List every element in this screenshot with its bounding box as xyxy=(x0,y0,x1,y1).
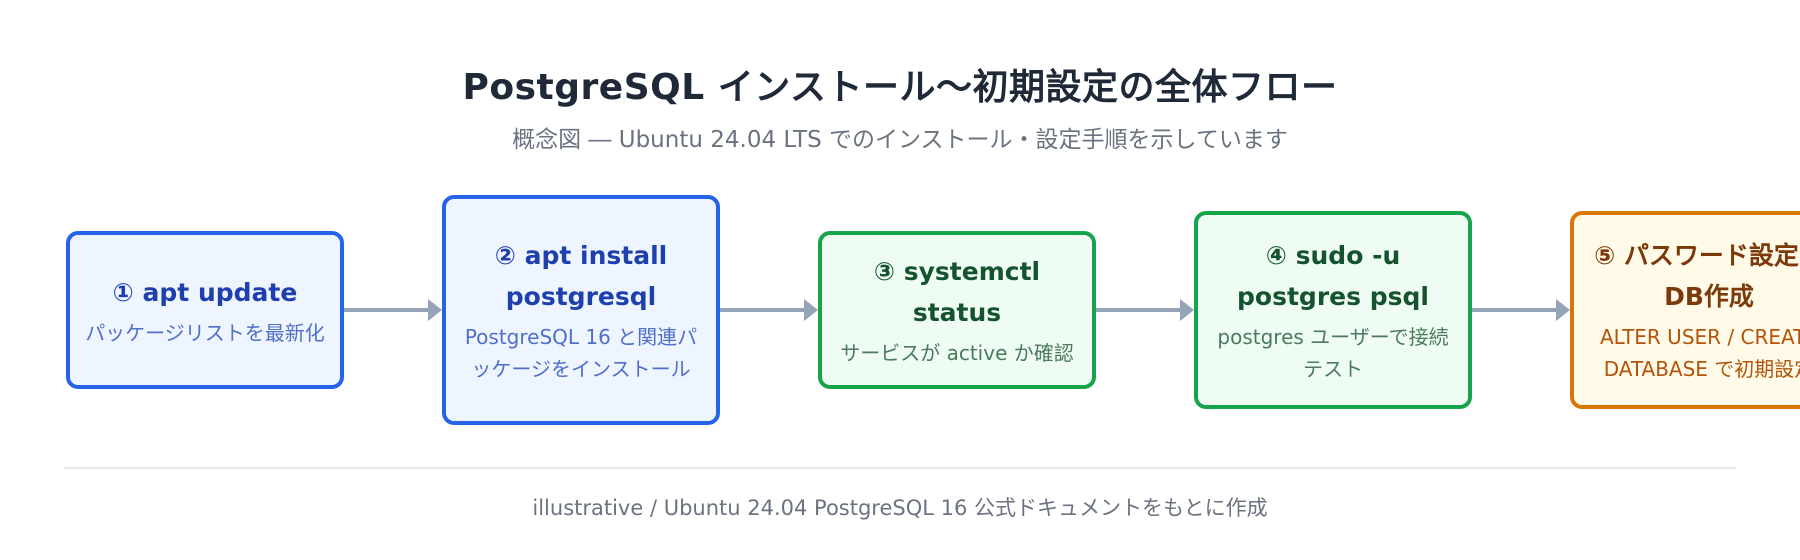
step-title: ④ sudo -u postgres psql xyxy=(1237,241,1429,311)
step-description: ALTER USER / CREATE DATABASE で初期設定 xyxy=(1600,325,1800,381)
footer-divider xyxy=(64,467,1736,469)
flow-arrow xyxy=(344,299,442,321)
footer-note: illustrative / Ubuntu 24.04 PostgreSQL 1… xyxy=(532,496,1268,520)
step-description: PostgreSQL 16 と関連パッケージをインストール xyxy=(464,325,698,381)
step-title: ① apt update xyxy=(112,277,298,307)
flow-arrow xyxy=(1472,299,1570,321)
step-psql-connect: ④ sudo -u postgres psql postgres ユーザーで接続… xyxy=(1194,211,1472,409)
diagram-subtitle: 概念図 ― Ubuntu 24.04 LTS でのインストール・設定手順を示して… xyxy=(512,127,1288,153)
flow-arrow xyxy=(720,299,818,321)
flow-arrow xyxy=(1096,299,1194,321)
step-title: ⑤ パスワード設定・DB作成 xyxy=(1594,241,1800,311)
step-password-db: ⑤ パスワード設定・DB作成 ALTER USER / CREATE DATAB… xyxy=(1570,211,1800,409)
step-title: ③ systemctl status xyxy=(873,257,1041,327)
diagram-title: PostgreSQL インストール〜初期設定の全体フロー xyxy=(462,67,1338,108)
step-title: ② apt install postgresql xyxy=(494,241,668,311)
flow-canvas: ① apt update パッケージリストを最新化 ② apt install … xyxy=(0,190,1800,440)
step-description: パッケージリストを最新化 xyxy=(85,320,325,345)
step-description: postgres ユーザーで接続テスト xyxy=(1217,325,1449,381)
step-description: サービスが active か確認 xyxy=(840,341,1074,365)
step-apt-update: ① apt update パッケージリストを最新化 xyxy=(66,231,344,389)
step-systemctl-status: ③ systemctl status サービスが active か確認 xyxy=(818,231,1096,389)
step-apt-install: ② apt install postgresql PostgreSQL 16 と… xyxy=(442,195,720,425)
